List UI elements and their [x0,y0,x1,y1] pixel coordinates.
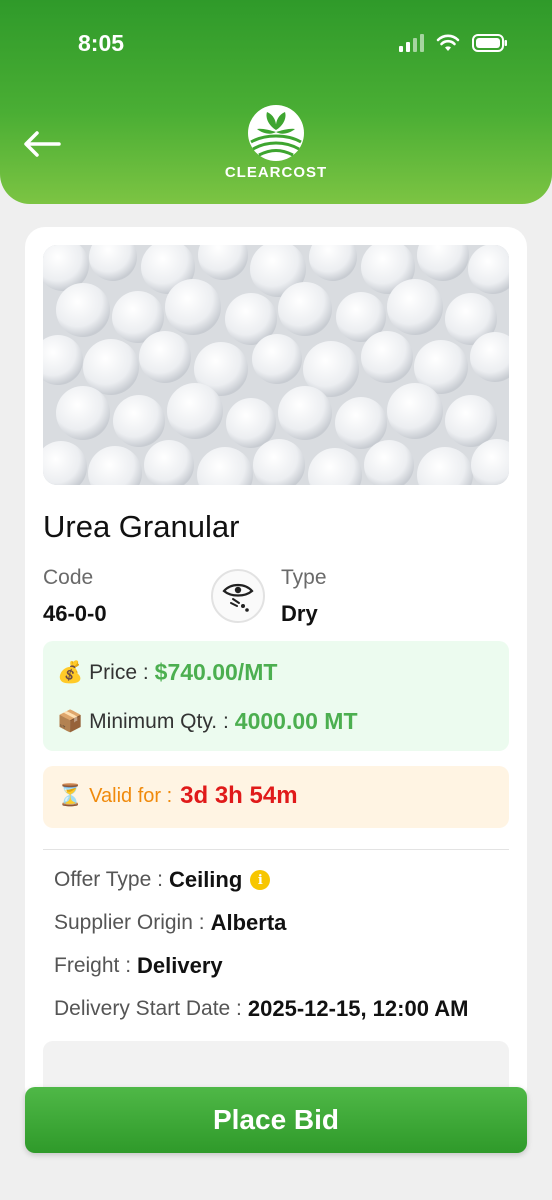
package-icon: 📦 [57,709,84,733]
validity-countdown: 3d 3h 54m [180,782,298,809]
offer-type-label: Offer Type : [54,868,163,891]
status-time: 8:05 [78,30,125,56]
delivery-start-row: Delivery Start Date : 2025-12-15, 12:00 … [54,996,468,1022]
type-icon [211,569,265,623]
delivery-start-value: 2025-12-15, 12:00 AM [247,996,469,1021]
min-qty-label: Minimum Qty. : [89,709,229,733]
hourglass-icon: ⏳ [57,784,84,807]
code-value: 46-0-0 [43,601,107,626]
offer-type-value: Ceiling [168,867,243,892]
product-image [43,245,509,485]
freight-value: Delivery [137,953,223,978]
min-qty-row: 📦 Minimum Qty. : 4000.00 MT [57,708,358,735]
product-card: Urea Granular Code 46-0-0 Type Dry 💰 Pri… [25,227,527,1107]
pricing-box: 💰 Price : $740.00/MT 📦 Minimum Qty. : 40… [43,641,509,751]
code-label: Code [43,566,94,589]
type-value: Dry [281,601,318,626]
type-label: Type [281,566,327,589]
info-icon[interactable]: i [250,870,271,890]
product-title: Urea Granular [43,509,240,544]
validity-label: Valid for : [89,784,173,807]
app-header: 8:05 CLEARCOST [0,0,552,204]
divider [43,849,509,850]
signal-icon [399,34,424,52]
price-row: 💰 Price : $740.00/MT [57,659,277,686]
leaf-field-logo-icon [248,105,304,161]
price-label: Price : [89,660,149,684]
supplier-origin-row: Supplier Origin : Alberta [54,910,286,936]
supplier-origin-label: Supplier Origin : [54,911,205,934]
freight-row: Freight : Delivery [54,953,223,979]
granules-icon [222,583,254,612]
min-qty-value: 4000.00 MT [234,708,358,734]
price-value: $740.00/MT [154,659,278,685]
validity-box: ⏳ Valid for : 3d 3h 54m [43,766,509,828]
freight-label: Freight : [54,954,132,977]
validity-row: ⏳ Valid for : 3d 3h 54m [57,782,298,810]
delivery-start-label: Delivery Start Date : [54,997,242,1020]
battery-icon [472,34,507,52]
brand-logo: CLEARCOST [0,104,552,181]
status-icons [399,34,508,52]
money-bag-icon: 💰 [57,660,84,684]
offer-type-row: Offer Type : Ceiling i [54,867,271,893]
wifi-icon [436,34,460,51]
supplier-origin-value: Alberta [210,910,287,935]
brand-name: CLEARCOST [224,164,328,181]
place-bid-button[interactable]: Place Bid [25,1087,527,1153]
